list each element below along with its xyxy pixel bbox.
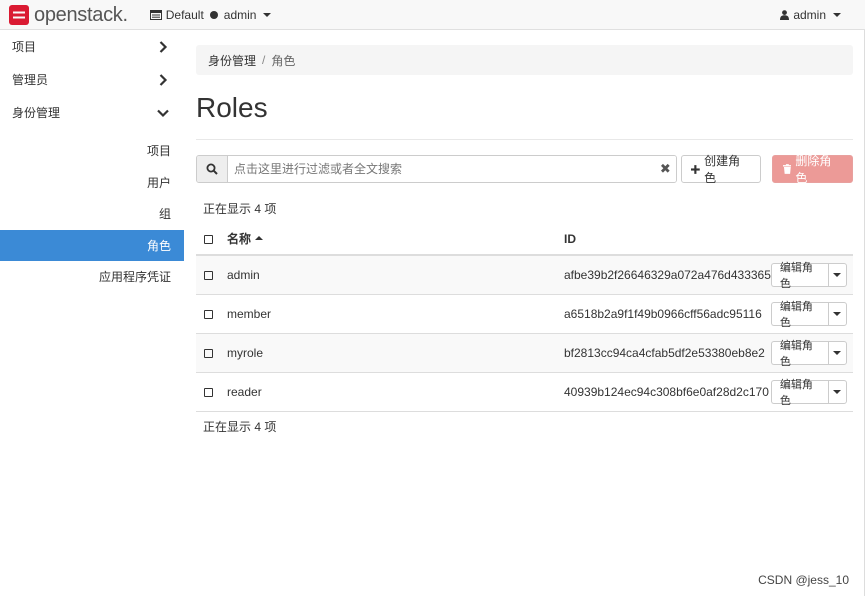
search-icon <box>206 163 218 175</box>
roles-table: 名称 ID admin afbe39b2f26646329a072a476d43… <box>196 223 853 412</box>
row-checkbox[interactable] <box>204 348 213 358</box>
chevron-down-icon <box>263 12 272 17</box>
chevron-right-icon <box>159 40 168 53</box>
sidebar-item-label: 项目 <box>12 40 37 54</box>
table-row: admin afbe39b2f26646329a072a476d433365 编… <box>196 255 853 295</box>
sidebar-subitem-roles[interactable]: 角色 <box>0 229 184 261</box>
chevron-down-icon <box>833 272 842 277</box>
breadcrumb-current: 角色 <box>271 53 296 68</box>
sidebar-subitem-users[interactable]: 用户 <box>0 167 184 199</box>
server-icon <box>149 9 162 20</box>
table-header-row: 名称 ID <box>196 223 853 256</box>
create-role-label: 创建角色 <box>704 154 741 185</box>
edit-role-button[interactable]: 编辑角色 <box>770 301 828 329</box>
user-icon <box>780 10 790 20</box>
chevron-right-icon <box>159 73 168 86</box>
column-header-actions <box>770 223 853 256</box>
table-row: myrole bf2813cc94ca4cfab5df2e53380eb8e2 … <box>196 333 853 373</box>
title-divider <box>196 139 853 140</box>
role-id: afbe39b2f26646329a072a476d433365 <box>564 255 771 295</box>
domain-name: Default <box>165 7 204 22</box>
row-actions-dropdown[interactable] <box>827 379 847 404</box>
header-checkbox-cell <box>196 223 227 256</box>
sidebar-subitem-groups[interactable]: 组 <box>0 198 184 230</box>
project-selector[interactable]: Default admin <box>149 7 272 22</box>
trash-icon <box>782 164 792 174</box>
role-name: reader <box>227 372 564 412</box>
role-id: 40939b124ec94c308bf6e0af28d2c170 <box>564 372 771 412</box>
row-actions: 编辑角色 <box>770 340 847 368</box>
row-actions-dropdown[interactable] <box>827 340 847 365</box>
sidebar-item-admin[interactable]: 管理员 <box>0 63 184 96</box>
role-name: admin <box>227 255 564 295</box>
sidebar-subitem-app-credentials[interactable]: 应用程序凭证 <box>0 261 184 293</box>
sidebar-item-identity[interactable]: 身份管理 <box>0 96 184 129</box>
row-actions: 编辑角色 <box>770 301 847 329</box>
main-content: 身份管理 / 角色 Roles ✖ 创建角色 <box>196 30 853 435</box>
row-actions-dropdown[interactable] <box>827 262 847 287</box>
role-id: bf2813cc94ca4cfab5df2e53380eb8e2 <box>564 333 771 373</box>
chevron-down-icon <box>833 311 842 316</box>
role-id: a6518b2a9f1f49b0966cff56adc95116 <box>564 294 771 334</box>
row-actions: 编辑角色 <box>770 262 847 290</box>
breadcrumb: 身份管理 / 角色 <box>196 45 853 75</box>
role-name: myrole <box>227 333 564 373</box>
row-actions-dropdown[interactable] <box>827 301 847 326</box>
row-checkbox[interactable] <box>204 309 213 319</box>
item-count-footer: 正在显示 4 项 <box>203 419 277 434</box>
brand-logo[interactable]: openstack. <box>8 0 128 30</box>
clear-search-button[interactable]: ✖ <box>654 156 677 182</box>
delete-roles-button[interactable]: 删除角色 <box>771 154 853 185</box>
row-checkbox[interactable] <box>204 387 213 397</box>
project-name: admin <box>223 7 257 22</box>
plus-icon <box>691 164 701 174</box>
sort-ascending-icon <box>255 235 264 240</box>
chevron-down-icon <box>833 350 842 355</box>
page-title: Roles <box>196 92 268 123</box>
watermark: CSDN @jess_10 <box>758 573 849 587</box>
item-count: 正在显示 4 项 <box>203 202 277 216</box>
breadcrumb-separator: / <box>262 53 266 67</box>
edit-role-button[interactable]: 编辑角色 <box>770 262 828 290</box>
table-row: reader 40939b124ec94c308bf6e0af28d2c170 … <box>196 372 853 412</box>
sidebar-subitem-projects[interactable]: 项目 <box>0 135 184 167</box>
search-input[interactable] <box>228 156 655 182</box>
search-addon <box>197 156 228 182</box>
sidebar-item-label: 身份管理 <box>12 106 61 120</box>
user-menu[interactable]: admin <box>780 0 841 30</box>
table-row: member a6518b2a9f1f49b0966cff56adc95116 … <box>196 294 853 334</box>
chevron-down-icon <box>833 389 842 394</box>
chevron-down-icon <box>833 13 841 17</box>
sidebar-item-label: 管理员 <box>12 73 49 87</box>
user-name: admin <box>793 8 826 22</box>
top-navbar: openstack. Default admin admin <box>0 0 865 30</box>
search-group: ✖ <box>196 155 678 183</box>
column-header-id: ID <box>564 223 771 256</box>
table-toolbar: ✖ 创建角色 删除角色 <box>196 154 853 185</box>
row-checkbox[interactable] <box>204 271 213 281</box>
select-all-checkbox[interactable] <box>204 234 213 244</box>
create-role-button[interactable]: 创建角色 <box>681 154 761 185</box>
delete-roles-label: 删除角色 <box>795 154 832 185</box>
edit-role-button[interactable]: 编辑角色 <box>770 340 828 368</box>
role-name: member <box>227 294 564 334</box>
edit-role-button[interactable]: 编辑角色 <box>770 379 828 407</box>
column-header-name[interactable]: 名称 <box>227 223 564 256</box>
sidebar-item-project[interactable]: 项目 <box>0 30 184 63</box>
breadcrumb-parent[interactable]: 身份管理 <box>208 52 256 69</box>
chevron-down-icon <box>157 109 169 117</box>
openstack-logo-icon <box>9 4 29 25</box>
sidebar: 项目 管理员 身份管理 项目 用户 组 角色 应用程序凭证 <box>0 30 184 596</box>
row-actions: 编辑角色 <box>770 379 847 407</box>
brand-name: openstack. <box>34 3 128 26</box>
separator-dot <box>209 10 218 19</box>
